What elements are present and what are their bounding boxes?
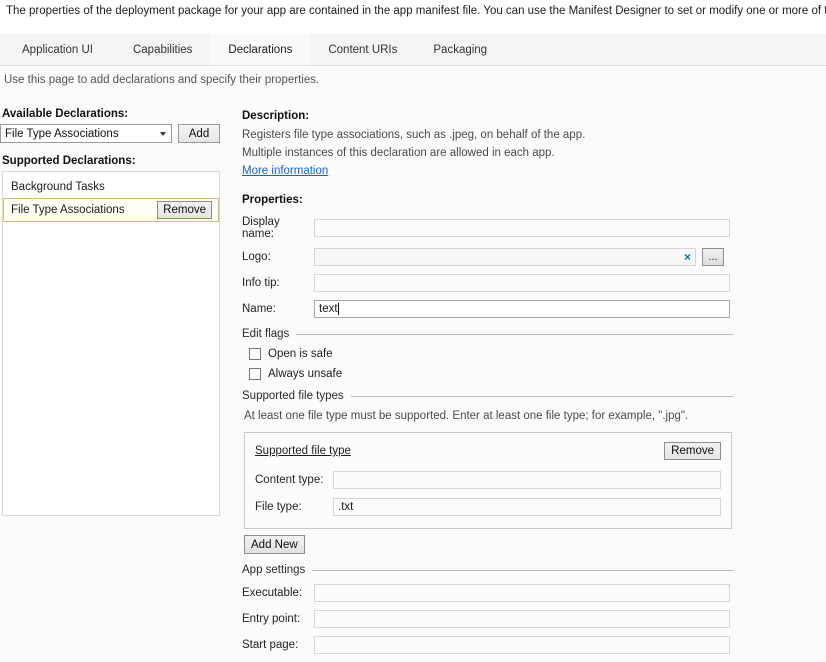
supported-file-type-header: Supported file type Remove: [255, 442, 721, 460]
name-row: Name: text: [242, 300, 734, 318]
executable-row: Executable:: [242, 584, 734, 602]
logo-input-wrapper[interactable]: ×: [314, 248, 696, 266]
entry-point-input[interactable]: [314, 610, 730, 628]
add-new-file-type-button[interactable]: Add New: [244, 535, 305, 554]
start-page-row: Start page:: [242, 636, 734, 654]
info-tip-row: Info tip:: [242, 274, 734, 292]
edit-flags-label: Edit flags: [242, 328, 290, 340]
intro-bar: The properties of the deployment package…: [0, 0, 826, 34]
start-page-input[interactable]: [314, 636, 730, 654]
always-unsafe-checkbox[interactable]: [249, 368, 261, 380]
content-type-input[interactable]: [333, 471, 721, 489]
file-type-row: File type:: [255, 498, 721, 516]
display-name-input[interactable]: [314, 219, 730, 237]
open-is-safe-label: Open is safe: [268, 348, 333, 360]
tab-packaging[interactable]: Packaging: [415, 34, 505, 66]
supported-file-types-separator: Supported file types: [242, 390, 734, 402]
properties-heading: Properties:: [242, 194, 303, 206]
chevron-down-icon: [160, 131, 166, 136]
combobox-value: File Type Associations: [5, 127, 119, 140]
edit-flags-separator: Edit flags: [242, 328, 734, 340]
supported-file-types-label: Supported file types: [242, 390, 344, 402]
entry-point-label: Entry point:: [242, 613, 301, 625]
file-type-label: File type:: [255, 501, 302, 513]
open-is-safe-checkbox[interactable]: [249, 348, 261, 360]
entry-point-row: Entry point:: [242, 610, 734, 628]
content-type-row: Content type:: [255, 471, 721, 489]
start-page-label: Start page:: [242, 639, 299, 651]
tab-strip: Application UI Capabilities Declarations…: [0, 34, 826, 66]
logo-label: Logo:: [242, 251, 271, 263]
supported-declarations-listbox[interactable]: Background Tasks File Type Associations …: [2, 171, 220, 516]
separator-line: [350, 395, 734, 397]
name-input[interactable]: text: [314, 300, 730, 318]
logo-row: Logo: × ...: [242, 248, 734, 266]
executable-label: Executable:: [242, 587, 303, 599]
description-line-1: Registers file type associations, such a…: [242, 129, 586, 141]
close-icon[interactable]: ×: [684, 251, 691, 263]
left-panel: Available Declarations: File Type Associ…: [0, 108, 232, 516]
separator-line: [296, 333, 734, 335]
separator-line: [312, 569, 734, 571]
always-unsafe-label: Always unsafe: [268, 368, 343, 380]
name-input-value: text: [319, 303, 338, 315]
page-hint: Use this page to add declarations and sp…: [4, 74, 320, 86]
list-item-label: File Type Associations: [11, 204, 125, 216]
more-information-link[interactable]: More information: [242, 165, 328, 177]
available-declarations-combobox[interactable]: File Type Associations: [0, 124, 172, 143]
list-item-label: Background Tasks: [11, 181, 105, 193]
list-item[interactable]: Background Tasks: [3, 176, 219, 198]
display-name-label: Display name:: [242, 216, 280, 240]
always-unsafe-row[interactable]: Always unsafe: [249, 368, 734, 380]
content-type-label: Content type:: [255, 474, 324, 486]
tab-underline: [0, 65, 826, 66]
info-tip-label: Info tip:: [242, 277, 280, 289]
description-heading: Description:: [242, 110, 310, 122]
executable-input[interactable]: [314, 584, 730, 602]
app-settings-label: App settings: [242, 564, 306, 576]
text-caret: [337, 303, 339, 315]
available-declarations-label: Available Declarations:: [2, 108, 129, 120]
name-label: Name:: [242, 303, 276, 315]
right-panel: Description: Registers file type associa…: [242, 110, 734, 662]
supported-file-types-hint: At least one file type must be supported…: [244, 410, 689, 422]
tab-content-uris[interactable]: Content URIs: [310, 34, 415, 66]
add-declaration-button[interactable]: Add: [178, 124, 220, 143]
list-item[interactable]: File Type Associations Remove: [3, 198, 219, 222]
supported-file-type-title[interactable]: Supported file type: [255, 445, 351, 457]
open-is-safe-row[interactable]: Open is safe: [249, 348, 734, 360]
remove-file-type-button[interactable]: Remove: [664, 442, 721, 460]
supported-declarations-label: Supported Declarations:: [2, 155, 136, 167]
tab-capabilities[interactable]: Capabilities: [115, 34, 210, 66]
info-tip-input[interactable]: [314, 274, 730, 292]
app-settings-separator: App settings: [242, 564, 734, 576]
description-line-2: Multiple instances of this declaration a…: [242, 147, 555, 159]
tab-declarations[interactable]: Declarations: [210, 34, 311, 66]
remove-declaration-button[interactable]: Remove: [157, 201, 212, 219]
supported-file-type-panel: Supported file type Remove Content type:…: [244, 432, 732, 529]
logo-browse-button[interactable]: ...: [702, 248, 724, 266]
tab-application-ui[interactable]: Application UI: [0, 34, 115, 66]
intro-text: The properties of the deployment package…: [6, 5, 826, 17]
display-name-row: Display name:: [242, 216, 734, 240]
file-type-input[interactable]: [333, 498, 721, 516]
available-declarations-row: File Type Associations Add: [0, 124, 232, 143]
